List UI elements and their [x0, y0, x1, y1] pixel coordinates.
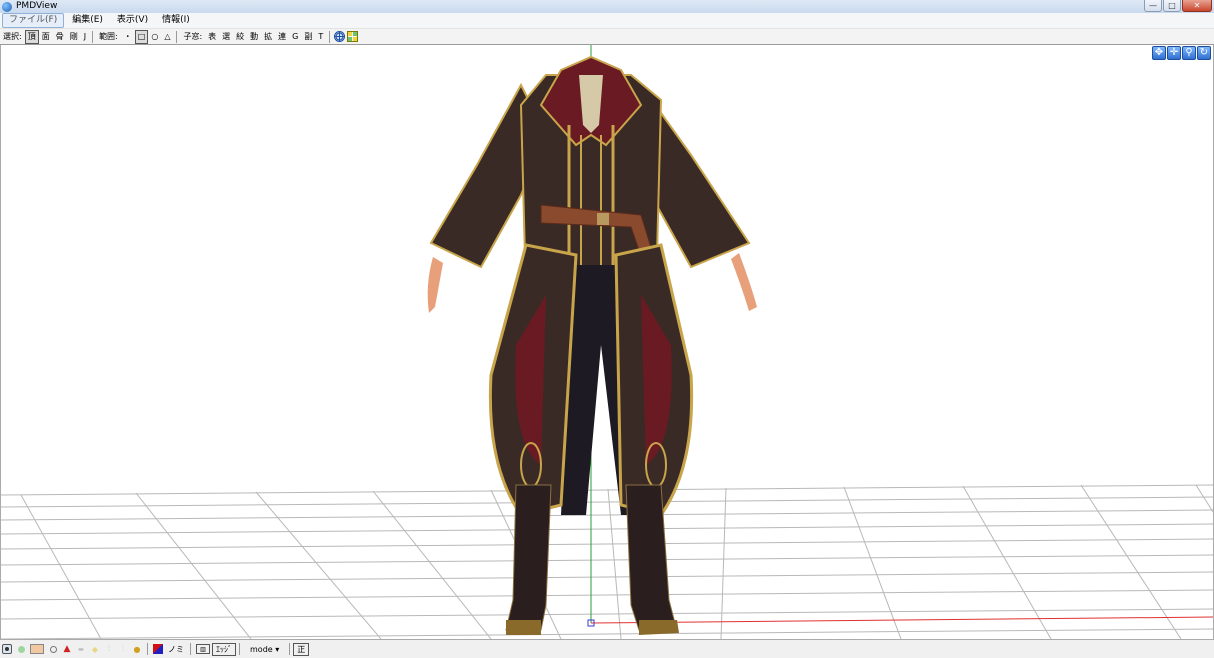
status-bar: ▲ ▬ ◆ ⫶ ⫶ ● ノミ ▥ ｴｯｼﾞ mode ▾ 正	[0, 639, 1214, 658]
child-window-label: 子窓:	[183, 31, 203, 41]
rotate-icon[interactable]: ↻	[1197, 46, 1211, 60]
range-point-button[interactable]: ・	[121, 31, 135, 43]
range-circle-button[interactable]: ○	[148, 31, 161, 43]
menu-bar: ファイル(F) 編集(E) 表示(V) 情報(I)	[0, 13, 1214, 29]
material-icon[interactable]: ●	[132, 644, 142, 654]
rigid-icon[interactable]: ⫶	[104, 644, 114, 654]
range-triangle-button[interactable]: △	[161, 31, 173, 43]
edge-toggle[interactable]: ｴｯｼﾞ	[212, 642, 236, 656]
pan-icon[interactable]: ✥	[1152, 46, 1166, 60]
select-bone-button[interactable]: 骨	[53, 31, 67, 43]
target-icon[interactable]	[48, 644, 58, 654]
correct-button[interactable]: 正	[293, 642, 310, 656]
select-label: 選択:	[3, 31, 22, 41]
child-t-button[interactable]: T	[315, 31, 326, 43]
range-label: 範囲:	[99, 31, 118, 41]
toolbar-separator	[329, 30, 331, 43]
mode-dropdown[interactable]: mode ▾	[246, 644, 283, 655]
select-joint-button[interactable]: J	[81, 31, 89, 43]
select-vertex-button[interactable]: 頂	[24, 29, 39, 44]
texture-icon[interactable]: ▥	[196, 644, 210, 654]
menu-info[interactable]: 情報(I)	[156, 14, 196, 27]
scene-canvas	[1, 45, 1213, 639]
window-controls: — □ ✕	[1144, 0, 1212, 12]
floor-grid	[1, 484, 1213, 639]
toolbar-separator	[176, 30, 178, 43]
light-icon[interactable]	[16, 644, 26, 654]
menu-view[interactable]: 表示(V)	[111, 14, 154, 27]
status-separator	[147, 643, 148, 655]
child-link-button[interactable]: 連	[275, 31, 289, 43]
toolbar-separator	[92, 30, 94, 43]
status-separator	[190, 643, 191, 655]
status-separator	[239, 643, 240, 655]
3d-viewport[interactable]: ✥ ✛ ⚲ ↻	[0, 45, 1214, 639]
skin-color-icon[interactable]	[30, 644, 44, 654]
select-rigid-button[interactable]: 剛	[67, 31, 81, 43]
grid-toggle-icon[interactable]	[347, 31, 359, 42]
child-display-button[interactable]: 表	[205, 31, 219, 43]
wire-icon[interactable]: ▬	[76, 644, 86, 654]
joint-icon[interactable]: ⫶	[118, 644, 128, 654]
child-sub-button[interactable]: 副	[301, 31, 315, 43]
child-scale-button[interactable]: 拡	[261, 31, 275, 43]
view-dot-icon[interactable]	[2, 644, 12, 654]
status-separator	[289, 643, 291, 655]
maximize-button[interactable]: □	[1163, 0, 1181, 12]
range-rect-button[interactable]: □	[134, 29, 149, 44]
axis-toggle-icon[interactable]	[334, 31, 346, 42]
x-axis	[590, 616, 1213, 624]
status-label-nomi[interactable]: ノミ	[165, 644, 187, 655]
child-filter-button[interactable]: 絞	[233, 31, 247, 43]
move-icon[interactable]: ✛	[1167, 46, 1181, 60]
character-model	[427, 55, 757, 635]
child-move-button[interactable]: 動	[247, 31, 261, 43]
title-bar: PMDView — □ ✕	[0, 0, 1214, 13]
menu-file[interactable]: ファイル(F)	[2, 13, 65, 28]
close-button[interactable]: ✕	[1182, 0, 1212, 12]
zoom-icon[interactable]: ⚲	[1182, 46, 1196, 60]
toolbar: 選択: 頂 面 骨 剛 J 範囲: ・ □ ○ △ 子窓: 表 選 絞 動 拡 …	[0, 29, 1214, 45]
view-navigation: ✥ ✛ ⚲ ↻	[1152, 46, 1211, 60]
window-title: PMDView	[16, 1, 58, 11]
child-select-button[interactable]: 選	[219, 31, 233, 43]
minimize-button[interactable]: —	[1144, 0, 1162, 12]
select-face-button[interactable]: 面	[39, 31, 53, 43]
child-g-button[interactable]: G	[289, 31, 301, 43]
color-swatch-icon[interactable]	[153, 644, 163, 654]
menu-edit[interactable]: 編集(E)	[66, 14, 109, 27]
triangle-red-icon[interactable]: ▲	[62, 644, 72, 654]
bone-icon[interactable]: ◆	[90, 644, 100, 654]
app-icon	[2, 1, 12, 12]
